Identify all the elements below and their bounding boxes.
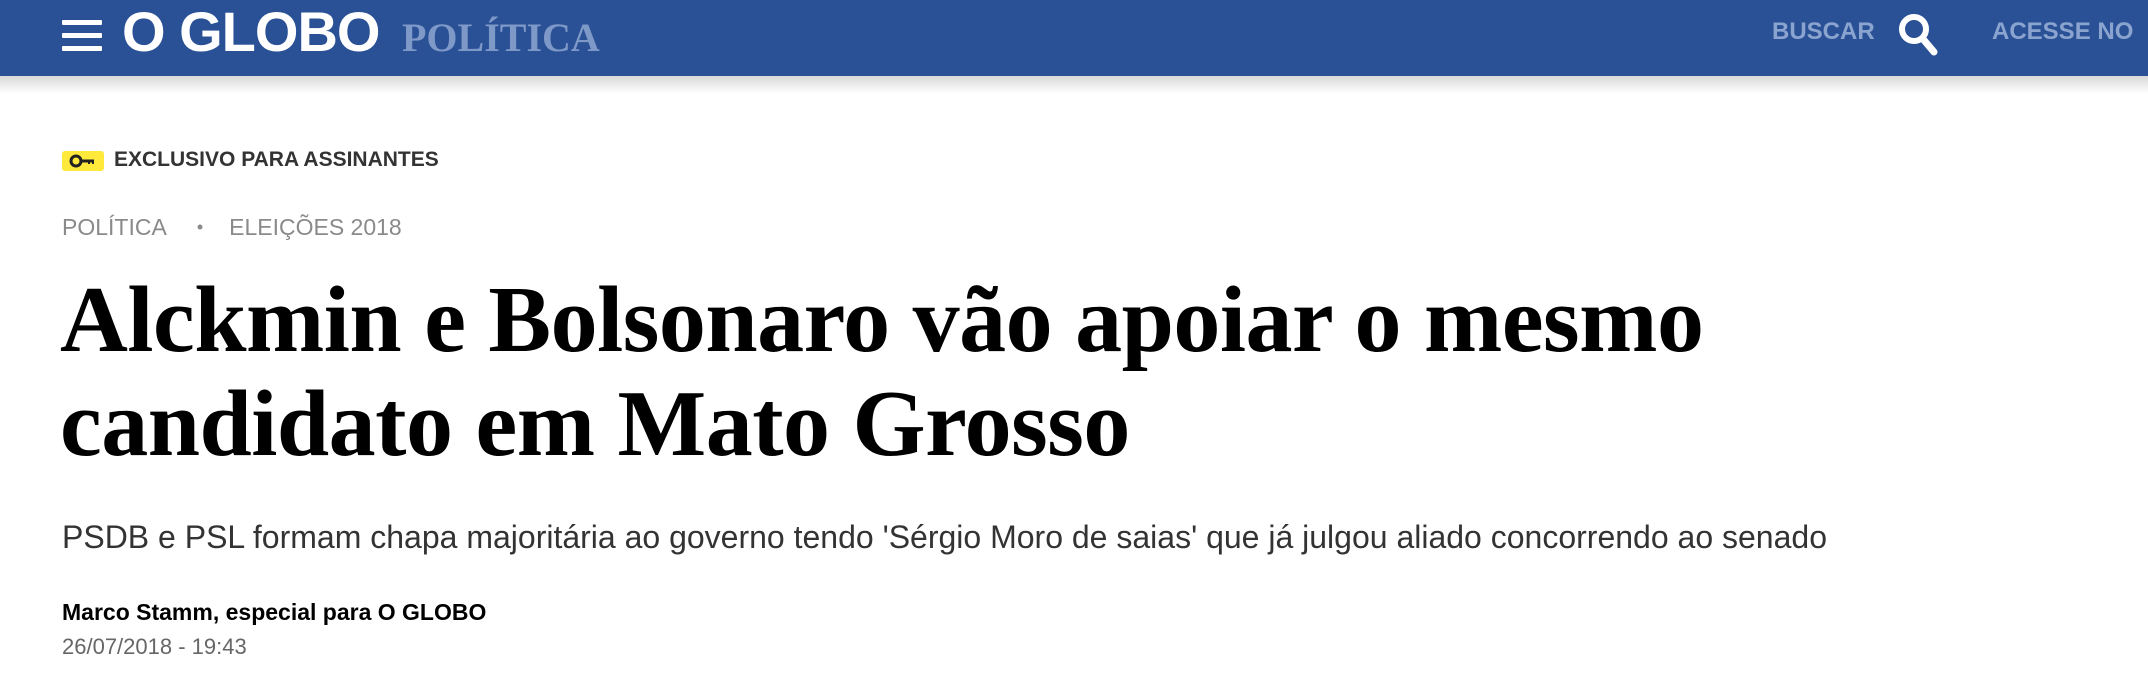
breadcrumb: POLÍTICA • ELEIÇÕES 2018 — [62, 213, 402, 241]
headline-line-2: candidato em Mato Grosso — [60, 372, 1130, 476]
search-button-label[interactable]: BUSCAR — [1772, 18, 1875, 46]
exclusive-label: EXCLUSIVO PARA ASSINANTES — [114, 148, 439, 171]
breadcrumb-item-politica[interactable]: POLÍTICA — [62, 214, 167, 240]
key-icon — [62, 151, 104, 171]
search-icon[interactable] — [1896, 10, 1940, 58]
site-logo[interactable]: O GLOBO — [122, 2, 380, 62]
top-navigation-bar: O GLOBO POLÍTICA BUSCAR ACESSE NO — [0, 0, 2148, 76]
header-shadow — [0, 76, 2148, 94]
breadcrumb-item-eleicoes-2018[interactable]: ELEIÇÕES 2018 — [229, 214, 402, 240]
menu-icon[interactable] — [60, 16, 104, 54]
breadcrumb-separator: • — [196, 217, 204, 237]
headline-line-1: Alckmin e Bolsonaro vão apoiar o mesmo — [60, 268, 1704, 372]
article-subtitle: PSDB e PSL formam chapa majoritária ao g… — [62, 519, 1827, 555]
section-title[interactable]: POLÍTICA — [402, 14, 600, 62]
access-link[interactable]: ACESSE NO — [1992, 18, 2133, 46]
article-datetime: 26/07/2018 - 19:43 — [62, 634, 247, 659]
article-author: Marco Stamm, especial para O GLOBO — [62, 599, 487, 625]
article-headline: Alckmin e Bolsonaro vão apoiar o mesmo c… — [60, 268, 1960, 476]
